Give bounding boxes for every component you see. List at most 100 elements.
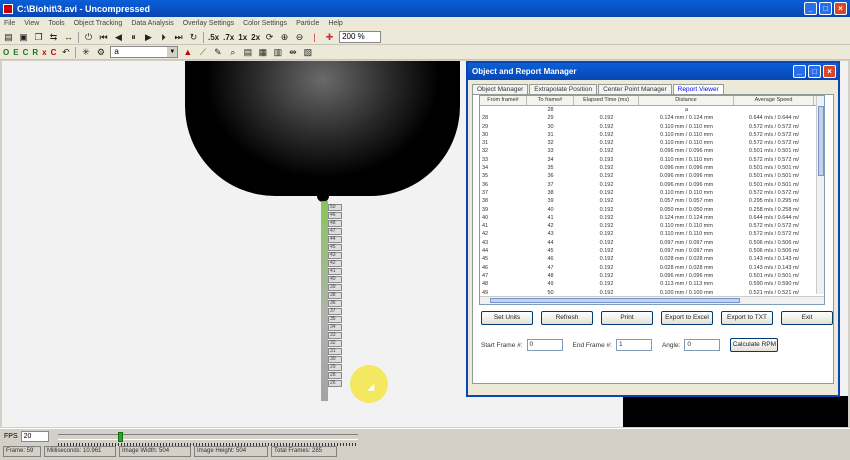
tracking-tag[interactable]: 44 <box>328 236 342 243</box>
zoom-level-field[interactable]: 200 % <box>339 31 382 43</box>
tracking-tag[interactable]: 42 <box>328 260 342 267</box>
horizontal-scrollbar[interactable] <box>480 296 824 304</box>
copy-icon[interactable]: ❐ <box>33 32 44 43</box>
settings-icon[interactable]: ⚙ <box>95 47 106 58</box>
table-row[interactable]: 47 48 0.192 0.096 mm / 0.096 mm 0.501 m/s / … <box>480 272 824 280</box>
dropper-icon[interactable]: ⌕ <box>227 47 238 58</box>
table-row[interactable]: 41 42 0.192 0.110 mm / 0.110 mm 0.572 m/s / … <box>480 222 824 230</box>
tab-extrapolate-position[interactable]: Extrapolate Position <box>529 84 598 94</box>
menu-overlay-settings[interactable]: Overlay Settings <box>183 20 234 27</box>
table-row[interactable]: 34 35 0.192 0.096 mm / 0.096 mm 0.501 m/s / … <box>480 164 824 172</box>
menu-color-settings[interactable]: Color Settings <box>243 20 287 27</box>
undo-icon[interactable]: ↶ <box>60 47 71 58</box>
fps-input[interactable]: 20 <box>20 431 49 442</box>
open-folder-icon[interactable]: ▤ <box>3 32 14 43</box>
save-icon[interactable]: ▣ <box>18 32 29 43</box>
zoom-two-button[interactable]: 2x <box>251 33 260 42</box>
tracking-tag[interactable]: 39 <box>328 284 342 291</box>
pencil-icon[interactable]: ✎ <box>212 47 223 58</box>
grid-icon[interactable]: ▥ <box>272 47 283 58</box>
table-row[interactable]: 37 38 0.192 0.110 mm / 0.110 mm 0.572 m/s / … <box>480 189 824 197</box>
zoom-seven-button[interactable]: .7x <box>223 33 234 42</box>
table-row[interactable]: 42 43 0.192 0.110 mm / 0.110 mm 0.572 m/s / … <box>480 230 824 238</box>
refresh-button[interactable]: Refresh <box>541 311 593 325</box>
scroll-thumb[interactable] <box>490 298 740 303</box>
rotate-icon[interactable]: ⟳ <box>264 32 275 43</box>
table-row[interactable]: 46 47 0.192 0.028 mm / 0.028 mm 0.143 m/s / … <box>480 264 824 272</box>
delete-button[interactable]: x <box>42 48 46 57</box>
tracking-tag[interactable]: 40 <box>328 276 342 283</box>
tracking-tag[interactable]: 34 <box>328 324 342 331</box>
column-header-to[interactable]: To frame# <box>527 96 574 105</box>
table-row[interactable]: 28 a <box>480 106 824 114</box>
loop-icon[interactable]: ↻ <box>188 32 199 43</box>
swap-icon[interactable]: ⇆ <box>48 32 59 43</box>
tracking-tag[interactable]: 43 <box>328 252 342 259</box>
export-txt-button[interactable]: Export to TXT <box>721 311 773 325</box>
frame-slider[interactable] <box>58 432 358 446</box>
end-frame-input[interactable]: 1 <box>615 339 652 351</box>
line-tool-icon[interactable]: | <box>309 32 320 43</box>
tracking-tag[interactable]: 32 <box>328 340 342 347</box>
table-row[interactable]: 35 36 0.192 0.096 mm / 0.096 mm 0.501 m/s / … <box>480 172 824 180</box>
crosshair-icon[interactable]: ✚ <box>324 32 335 43</box>
tracking-tag[interactable]: 48 <box>328 220 342 227</box>
maximize-button[interactable]: □ <box>819 2 832 15</box>
tracking-tag[interactable]: 28 <box>328 372 342 379</box>
vertical-scrollbar[interactable] <box>816 96 824 294</box>
measure-icon[interactable]: ⟋ <box>197 47 208 58</box>
table-row[interactable]: 33 34 0.192 0.110 mm / 0.110 mm 0.572 m/s / … <box>480 156 824 164</box>
step-back-icon[interactable]: ◀ <box>113 32 124 43</box>
chart-icon[interactable]: ▦ <box>257 47 268 58</box>
dialog-minimize-button[interactable]: _ <box>793 65 806 78</box>
skip-end-icon[interactable]: ⏭ <box>173 32 184 43</box>
start-frame-input[interactable]: 0 <box>526 339 563 351</box>
center-button[interactable]: C <box>23 48 29 57</box>
tracking-tag[interactable]: 46 <box>328 212 342 219</box>
tracking-tag[interactable]: 29 <box>328 364 342 371</box>
table-row[interactable]: 32 33 0.192 0.096 mm / 0.096 mm 0.501 m/s / … <box>480 147 824 155</box>
clear-button[interactable]: C <box>51 48 57 57</box>
menu-object-tracking[interactable]: Object Tracking <box>74 20 123 27</box>
table-row[interactable]: 38 39 0.192 0.057 mm / 0.057 mm 0.295 m/s / … <box>480 197 824 205</box>
tracking-tag[interactable]: 47 <box>328 228 342 235</box>
column-header-elapsed[interactable]: Elapsed Time (ms) <box>574 96 639 105</box>
tab-object-manager[interactable]: Object Manager <box>472 84 529 94</box>
ellipse-button[interactable]: E <box>13 48 18 57</box>
table-row[interactable]: 30 31 0.192 0.110 mm / 0.110 mm 0.572 m/s / … <box>480 131 824 139</box>
menu-view[interactable]: View <box>24 20 39 27</box>
tracking-tag[interactable]: 50 <box>328 204 342 211</box>
print-button[interactable]: Print <box>601 311 653 325</box>
tracking-tag[interactable]: 26 <box>328 380 342 387</box>
export-excel-button[interactable]: Export to Excel <box>661 311 713 325</box>
zoom-in-icon[interactable]: ⊕ <box>279 32 290 43</box>
report-table[interactable]: From frame# To frame# Elapsed Time (ms) … <box>479 95 825 305</box>
play-icon[interactable]: ▶ <box>143 32 154 43</box>
angle-input[interactable]: 0 <box>684 339 721 351</box>
tracking-tag[interactable]: 36 <box>328 300 342 307</box>
report-icon[interactable]: ▤ <box>242 47 253 58</box>
rect-button[interactable]: R <box>32 48 38 57</box>
tracking-tag[interactable]: 41 <box>328 268 342 275</box>
exit-button[interactable]: Exit <box>781 311 833 325</box>
table-row[interactable]: 36 37 0.192 0.096 mm / 0.096 mm 0.501 m/s / … <box>480 181 824 189</box>
tracking-tag[interactable]: 33 <box>328 332 342 339</box>
step-forward-icon[interactable]: ⏵ <box>158 32 169 43</box>
width-icon[interactable]: ⇹ <box>287 47 298 58</box>
table-row[interactable]: 40 41 0.192 0.124 mm / 0.124 mm 0.644 m/s / … <box>480 214 824 222</box>
menu-tools[interactable]: Tools <box>48 20 64 27</box>
tab-report-viewer[interactable]: Report Viewer <box>672 84 724 94</box>
menu-data-analysis[interactable]: Data Analysis <box>131 20 173 27</box>
table-row[interactable]: 39 40 0.192 0.050 mm / 0.050 mm 0.258 m/s / … <box>480 206 824 214</box>
object-select[interactable]: a ▼ <box>110 46 179 58</box>
object-button[interactable]: O <box>3 48 9 57</box>
table-row[interactable]: 29 30 0.192 0.110 mm / 0.110 mm 0.572 m/s / … <box>480 123 824 131</box>
power-icon[interactable]: ⏻ <box>83 32 94 43</box>
column-header-from[interactable]: From frame# <box>480 96 527 105</box>
column-header-distance[interactable]: Distance <box>639 96 734 105</box>
table-row[interactable]: 44 45 0.192 0.097 mm / 0.097 mm 0.506 m/s / … <box>480 247 824 255</box>
menu-file[interactable]: File <box>4 20 15 27</box>
dialog-maximize-button[interactable]: □ <box>808 65 821 78</box>
tracking-tag[interactable]: 35 <box>328 316 342 323</box>
menu-help[interactable]: Help <box>328 20 342 27</box>
